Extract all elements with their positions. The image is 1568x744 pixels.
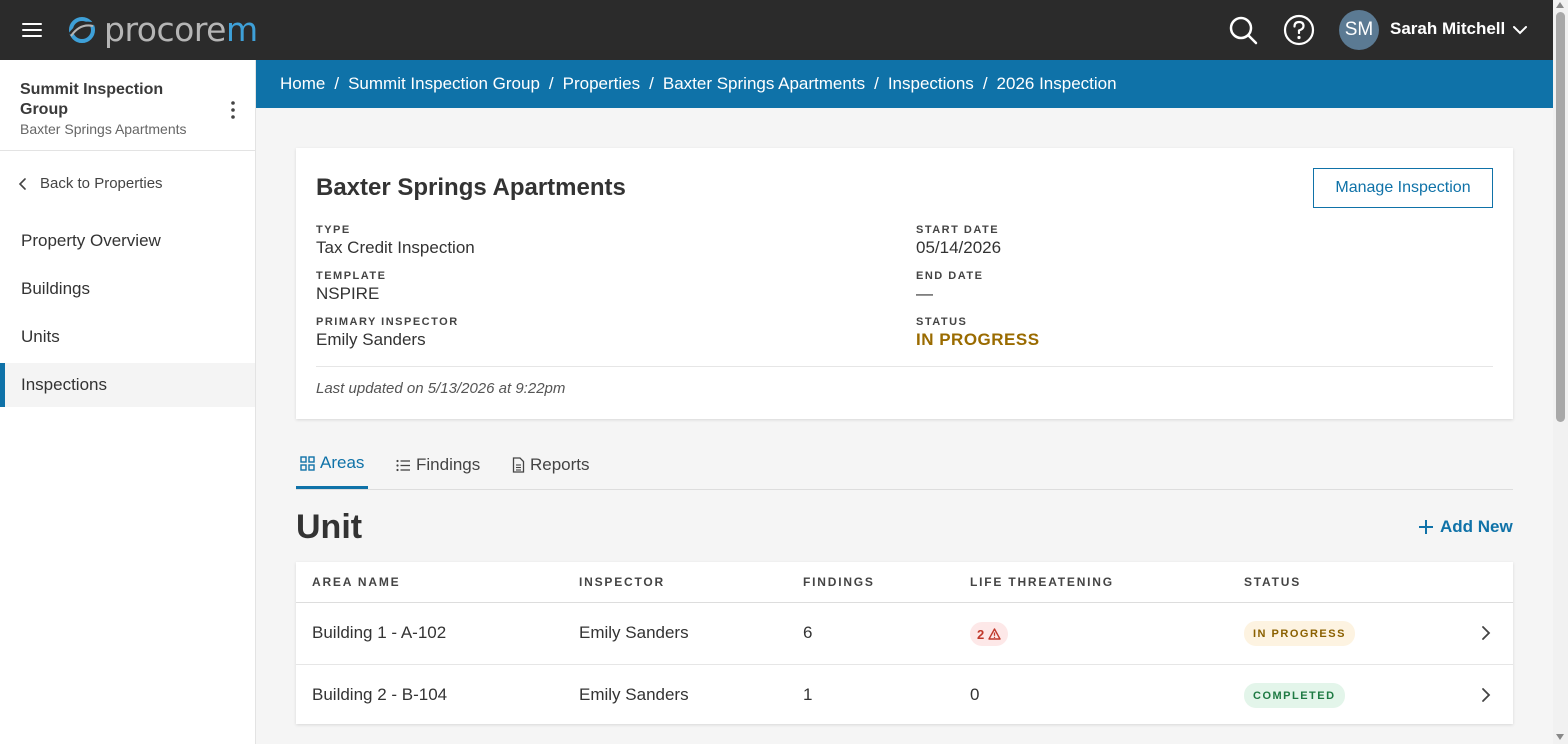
- search-icon[interactable]: [1227, 14, 1259, 46]
- sidebar-item-buildings[interactable]: Buildings: [0, 267, 255, 311]
- primary-inspector-label: PRIMARY INSPECTOR: [316, 316, 459, 328]
- grid-icon: [300, 455, 315, 471]
- breadcrumb-separator: /: [874, 74, 879, 93]
- tab-bar: Areas Findings Reports: [296, 440, 1513, 490]
- section-title: Unit: [296, 508, 363, 546]
- inspector-cell: Emily Sanders: [579, 623, 689, 642]
- tab-areas[interactable]: Areas: [296, 440, 369, 489]
- scroll-up-icon[interactable]: [1556, 2, 1564, 8]
- card-title: Baxter Springs Apartments: [316, 174, 626, 201]
- scroll-down-icon[interactable]: [1556, 734, 1564, 740]
- breadcrumb-separator: /: [649, 74, 654, 93]
- organization-name: Summit Inspection Group: [20, 81, 164, 118]
- template-label: TEMPLATE: [316, 270, 387, 282]
- breadcrumb-properties[interactable]: Properties: [563, 74, 640, 94]
- end-date-label: END DATE: [916, 270, 984, 282]
- breadcrumb-property[interactable]: Baxter Springs Apartments: [663, 74, 865, 94]
- column-header-life-threatening[interactable]: LIFE THREATENING: [970, 575, 1114, 589]
- tab-label: Findings: [416, 455, 481, 474]
- chevron-right-icon[interactable]: [1479, 687, 1493, 703]
- top-navigation-bar: procorem SM Sarah Mitchell: [0, 0, 1568, 60]
- plus-icon: [1419, 520, 1433, 534]
- column-header-findings[interactable]: FINDINGS: [803, 575, 875, 589]
- user-name[interactable]: Sarah Mitchell: [1390, 19, 1505, 39]
- sidebar: Summit Inspection Group Baxter Springs A…: [0, 60, 256, 744]
- status-badge: COMPLETED: [1244, 683, 1345, 708]
- status-label: STATUS: [916, 316, 968, 328]
- column-header-area-name[interactable]: AREA NAME: [312, 575, 400, 589]
- chevron-right-icon[interactable]: [1479, 625, 1493, 641]
- column-header-status[interactable]: STATUS: [1244, 575, 1301, 589]
- breadcrumb-home[interactable]: Home: [280, 74, 325, 94]
- breadcrumb-inspections[interactable]: Inspections: [888, 74, 974, 94]
- inspection-summary-card: Baxter Springs Apartments Manage Inspect…: [296, 148, 1513, 419]
- avatar[interactable]: SM: [1339, 10, 1379, 50]
- status-value: IN PROGRESS: [916, 330, 1040, 349]
- logo-wordmark: procorem: [104, 10, 258, 49]
- help-circle-icon[interactable]: [1283, 14, 1315, 46]
- scrollbar-thumb[interactable]: [1556, 12, 1565, 422]
- breadcrumb: Home / Summit Inspection Group / Propert…: [256, 60, 1553, 108]
- breadcrumb-separator: /: [982, 74, 988, 93]
- divider: [316, 366, 1493, 367]
- life-threatening-cell: 0: [970, 685, 980, 704]
- primary-inspector-value: Emily Sanders: [316, 330, 426, 349]
- status-badge: IN PROGRESS: [1244, 621, 1355, 646]
- type-label: TYPE: [316, 224, 351, 236]
- breadcrumb-organization[interactable]: Summit Inspection Group: [348, 74, 540, 94]
- breadcrumb-separator: /: [548, 74, 554, 93]
- sidebar-item-inspections[interactable]: Inspections: [0, 363, 255, 407]
- menu-icon[interactable]: [20, 19, 44, 41]
- tab-reports[interactable]: Reports: [512, 440, 590, 490]
- areas-table: AREA NAME INSPECTOR FINDINGS LIFE THREAT…: [296, 562, 1513, 724]
- inspector-cell: Emily Sanders: [579, 685, 689, 704]
- back-label: Back to Properties: [40, 175, 163, 192]
- add-new-button[interactable]: Add New: [1418, 517, 1513, 537]
- start-date-label: START DATE: [916, 224, 1000, 236]
- manage-inspection-button[interactable]: Manage Inspection: [1313, 168, 1493, 208]
- life-threatening-count: 2: [977, 626, 985, 642]
- type-value: Tax Credit Inspection: [316, 238, 475, 257]
- document-icon: [512, 457, 525, 473]
- back-to-properties-link[interactable]: Back to Properties: [18, 175, 163, 192]
- tab-label: Areas: [320, 453, 365, 472]
- table-row[interactable]: Building 1 - A-102 Emily Sanders 6 2 IN …: [296, 603, 1513, 664]
- breadcrumb-separator: /: [334, 74, 340, 93]
- list-icon: [396, 459, 410, 471]
- life-threatening-badge: 2: [970, 622, 1009, 646]
- table-row[interactable]: Building 2 - B-104 Emily Sanders 1 0 COM…: [296, 664, 1513, 725]
- findings-cell: 6: [803, 623, 813, 642]
- last-updated-text: Last updated on 5/13/2026 at 9:22pm: [316, 380, 566, 397]
- area-name-cell: Building 2 - B-104: [312, 685, 448, 704]
- chevron-down-icon[interactable]: [1512, 22, 1528, 38]
- warning-icon: [988, 628, 1001, 640]
- chevron-left-icon: [18, 177, 26, 190]
- procore-logo[interactable]: procorem: [66, 12, 258, 48]
- findings-cell: 1: [803, 685, 813, 704]
- more-vertical-icon[interactable]: [223, 100, 243, 120]
- sidebar-item-units[interactable]: Units: [0, 315, 255, 359]
- property-name: Baxter Springs Apartments: [20, 121, 187, 137]
- sidebar-header: Summit Inspection Group Baxter Springs A…: [0, 60, 255, 151]
- breadcrumb-current: 2026 Inspection: [996, 74, 1117, 93]
- area-name-cell: Building 1 - A-102: [312, 623, 447, 642]
- column-header-inspector[interactable]: INSPECTOR: [579, 575, 665, 589]
- tab-label: Reports: [530, 455, 590, 474]
- start-date-value: 05/14/2026: [916, 238, 1002, 257]
- sidebar-item-property-overview[interactable]: Property Overview: [0, 219, 255, 263]
- add-new-label: Add New: [1440, 517, 1513, 536]
- logo-mark-icon: [68, 17, 95, 43]
- template-value: NSPIRE: [316, 284, 380, 303]
- end-date-value: —: [916, 284, 933, 303]
- tab-findings[interactable]: Findings: [396, 440, 480, 490]
